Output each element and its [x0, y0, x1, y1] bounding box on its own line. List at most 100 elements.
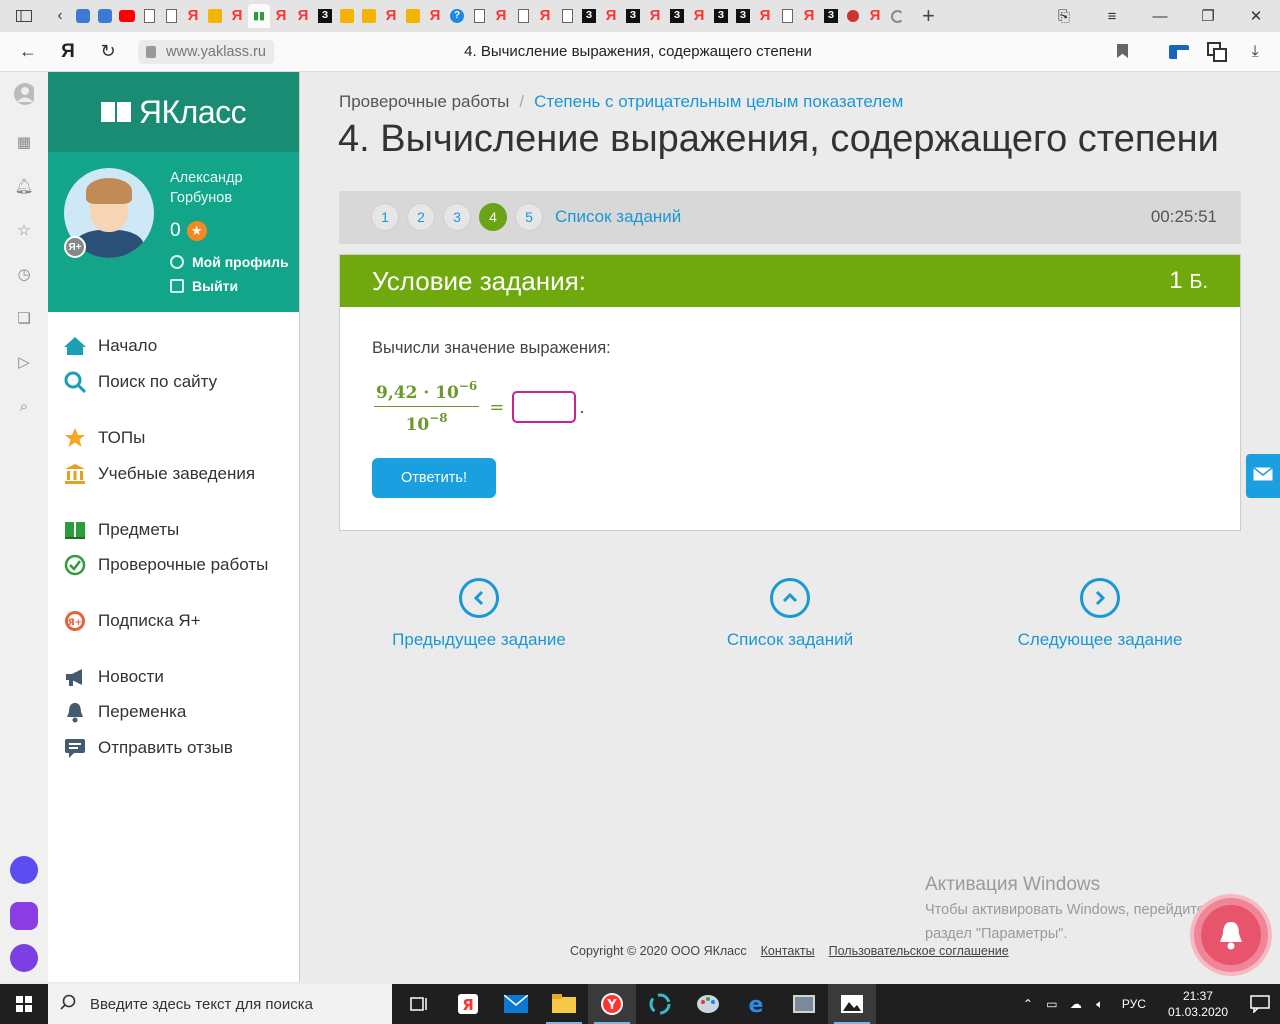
breadcrumb-root[interactable]: Проверочные работы	[339, 92, 509, 112]
bookmarks-panel-icon[interactable]: ⎘	[1040, 8, 1088, 25]
file-explorer-icon[interactable]	[540, 984, 588, 1024]
music-icon[interactable]	[10, 902, 38, 930]
language-indicator[interactable]: РУС	[1122, 997, 1146, 1011]
translate-extension-icon[interactable]	[1206, 41, 1228, 63]
edge-icon[interactable]: e	[732, 984, 780, 1024]
sidebar-item-search[interactable]: Поиск по сайту	[64, 370, 217, 394]
tab[interactable]: Я	[270, 4, 292, 28]
photos-app-icon[interactable]	[780, 984, 828, 1024]
onedrive-icon[interactable]: ☁	[1064, 997, 1088, 1011]
menu-icon[interactable]: ≡	[1088, 8, 1136, 25]
site-chip[interactable]: www.yaklass.ru	[138, 40, 274, 64]
tab[interactable]: З	[314, 4, 336, 28]
sidebar-item-tests[interactable]: Проверочные работы	[64, 553, 268, 577]
yandex-browser-icon[interactable]: Y	[588, 984, 636, 1024]
taskbar-search[interactable]: Введите здесь текст для поиска	[48, 984, 392, 1024]
yandex-icon[interactable]: Я	[48, 41, 88, 63]
my-profile-link[interactable]: Мой профиль	[170, 254, 289, 270]
action-center-icon[interactable]	[1240, 995, 1280, 1013]
step-button[interactable]: 5	[515, 203, 543, 231]
user-name[interactable]: Александр Горбунов	[170, 168, 243, 208]
tab[interactable]: Я	[534, 4, 556, 28]
tab[interactable]: Я	[688, 4, 710, 28]
agreement-link[interactable]: Пользовательское соглашение	[829, 944, 1009, 958]
next-task-link[interactable]: Следующее задание	[1000, 578, 1200, 650]
tab[interactable]: Я	[864, 4, 886, 28]
tab[interactable]: З	[820, 4, 842, 28]
tab[interactable]	[402, 4, 424, 28]
image-viewer-icon[interactable]	[828, 984, 876, 1024]
tab[interactable]: Я	[380, 4, 402, 28]
history-icon[interactable]: ◷	[14, 264, 34, 284]
download-icon[interactable]: ⤓	[1244, 41, 1266, 63]
tab[interactable]	[512, 4, 534, 28]
tab[interactable]	[204, 4, 226, 28]
step-button-active[interactable]: 4	[479, 203, 507, 231]
office-extension-icon[interactable]	[1168, 41, 1190, 63]
logout-link[interactable]: Выйти	[170, 278, 238, 294]
tab[interactable]: Я	[644, 4, 666, 28]
tab[interactable]: Я	[490, 4, 512, 28]
tab[interactable]: Я	[798, 4, 820, 28]
yandex-app-icon[interactable]: Я	[444, 984, 492, 1024]
notifications-icon[interactable]: 🔔︎	[14, 176, 34, 196]
sidebar-item-subjects[interactable]: Предметы	[64, 518, 179, 542]
tabs-scroll-left-icon[interactable]: ‹	[50, 7, 70, 25]
tab[interactable]: Я	[292, 4, 314, 28]
tab[interactable]: Я	[182, 4, 204, 28]
volume-icon[interactable]: 🔈︎	[1088, 997, 1112, 1012]
minimize-icon[interactable]: —	[1136, 8, 1184, 25]
tab[interactable]: З	[710, 4, 732, 28]
breadcrumb-topic-link[interactable]: Степень с отрицательным целым показателе…	[534, 92, 903, 112]
bookmark-icon[interactable]	[1117, 44, 1128, 58]
video-icon[interactable]: ▷	[14, 352, 34, 372]
logo[interactable]: ЯКласс	[100, 94, 247, 131]
sidebar-item-feedback[interactable]: Отправить отзыв	[64, 736, 233, 760]
favorites-icon[interactable]: ☆	[14, 220, 34, 240]
mail-feedback-tab[interactable]	[1246, 454, 1280, 498]
tab[interactable]: З	[732, 4, 754, 28]
step-button[interactable]: 2	[407, 203, 435, 231]
answer-input[interactable]	[512, 391, 577, 423]
sidebar-item-break[interactable]: Переменка	[64, 700, 186, 724]
sidebar-item-home[interactable]: Начало	[64, 334, 157, 358]
sidebar-item-news[interactable]: Новости	[64, 665, 164, 689]
tab-loading[interactable]	[886, 4, 908, 28]
tab[interactable]	[556, 4, 578, 28]
app-icon[interactable]	[636, 984, 684, 1024]
alice-icon[interactable]	[10, 856, 38, 884]
tab[interactable]	[842, 4, 864, 28]
collections-icon[interactable]: ❏	[14, 308, 34, 328]
tab-active[interactable]: ▮▮	[248, 4, 270, 28]
image-search-icon[interactable]: ⌕	[14, 396, 34, 416]
messenger-icon[interactable]	[10, 944, 38, 972]
submit-answer-button[interactable]: Ответить!	[372, 458, 496, 498]
tab[interactable]	[160, 4, 182, 28]
tab[interactable]: Я	[424, 4, 446, 28]
tab[interactable]: З	[578, 4, 600, 28]
task-view-icon[interactable]	[396, 984, 444, 1024]
sidebar-toggle-icon[interactable]	[12, 4, 36, 28]
tab[interactable]	[94, 4, 116, 28]
tab[interactable]	[72, 4, 94, 28]
step-button[interactable]: 3	[443, 203, 471, 231]
task-list-nav-link[interactable]: Список заданий	[690, 578, 890, 650]
clock[interactable]: 21:37 01.03.2020	[1168, 988, 1228, 1020]
restore-icon[interactable]: ❐	[1184, 7, 1232, 25]
sidebar-item-tops[interactable]: ТОПы	[64, 426, 145, 450]
close-icon[interactable]: ✕	[1232, 7, 1280, 25]
prev-task-link[interactable]: Предыдущее задание	[379, 578, 579, 650]
tab[interactable]	[116, 4, 138, 28]
back-arrow-icon[interactable]: ←	[8, 41, 48, 62]
tab[interactable]	[468, 4, 490, 28]
tab[interactable]	[138, 4, 160, 28]
tab[interactable]: ?	[446, 4, 468, 28]
reload-icon[interactable]: ↻	[88, 41, 128, 62]
logo-area[interactable]: ЯКласс	[48, 72, 299, 152]
notification-bell-button[interactable]	[1194, 898, 1268, 972]
apps-icon[interactable]: ▦	[14, 132, 34, 152]
url-field[interactable]: www.yaklass.ru 4. Вычисление выражения, …	[138, 38, 1142, 66]
tab[interactable]	[358, 4, 380, 28]
task-list-link[interactable]: Список заданий	[555, 207, 681, 227]
new-tab-icon[interactable]: +	[922, 3, 935, 29]
